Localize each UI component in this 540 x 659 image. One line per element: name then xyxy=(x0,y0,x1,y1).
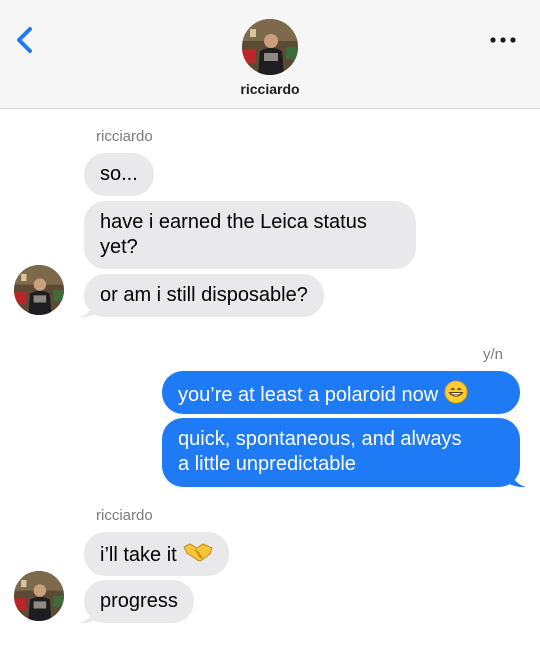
ellipsis-icon xyxy=(490,37,516,43)
more-options-button[interactable] xyxy=(488,28,518,52)
message-text-line: yet? xyxy=(100,236,138,258)
message-bubble[interactable]: so... xyxy=(84,153,154,196)
message-bubble[interactable]: quick, spontaneous, and always a little … xyxy=(162,418,520,487)
message-text-line: quick, spontaneous, and always xyxy=(178,428,462,450)
chat-header: ricciardo xyxy=(0,0,540,109)
back-button[interactable] xyxy=(10,22,42,58)
sender-name: ricciardo xyxy=(96,507,153,524)
message-bubble[interactable]: you’re at least a polaroid now xyxy=(162,371,520,414)
sender-avatar[interactable] xyxy=(14,571,64,621)
bubble-tail xyxy=(506,470,526,488)
chevron-left-icon xyxy=(17,27,32,53)
sender-name: y/n xyxy=(483,346,504,363)
chat-screen: ricciardo ricciardo so... have i earned … xyxy=(0,0,540,659)
bubble-tail xyxy=(79,606,99,624)
message-text: or am i still disposable? xyxy=(100,284,308,306)
grinning-face-icon xyxy=(444,380,468,411)
message-text-line: have i earned the Leica status xyxy=(100,211,367,233)
bubble-tail xyxy=(79,300,99,318)
message-text: so... xyxy=(100,163,138,185)
contact-avatar[interactable] xyxy=(242,19,298,75)
message-bubble[interactable]: have i earned the Leica status yet? xyxy=(84,201,416,269)
message-bubble[interactable]: i’ll take it xyxy=(84,532,229,576)
message-bubble[interactable]: progress xyxy=(84,580,194,623)
handshake-icon xyxy=(183,541,213,570)
message-text: i’ll take it xyxy=(100,543,177,566)
sender-name: ricciardo xyxy=(96,128,153,145)
message-text: you’re at least a polaroid now xyxy=(178,383,439,406)
sender-avatar[interactable] xyxy=(14,265,64,315)
message-text: progress xyxy=(100,590,178,612)
message-bubble[interactable]: or am i still disposable? xyxy=(84,274,324,317)
contact-name[interactable]: ricciardo xyxy=(0,81,540,97)
message-text-line: a little unpredictable xyxy=(178,453,356,475)
